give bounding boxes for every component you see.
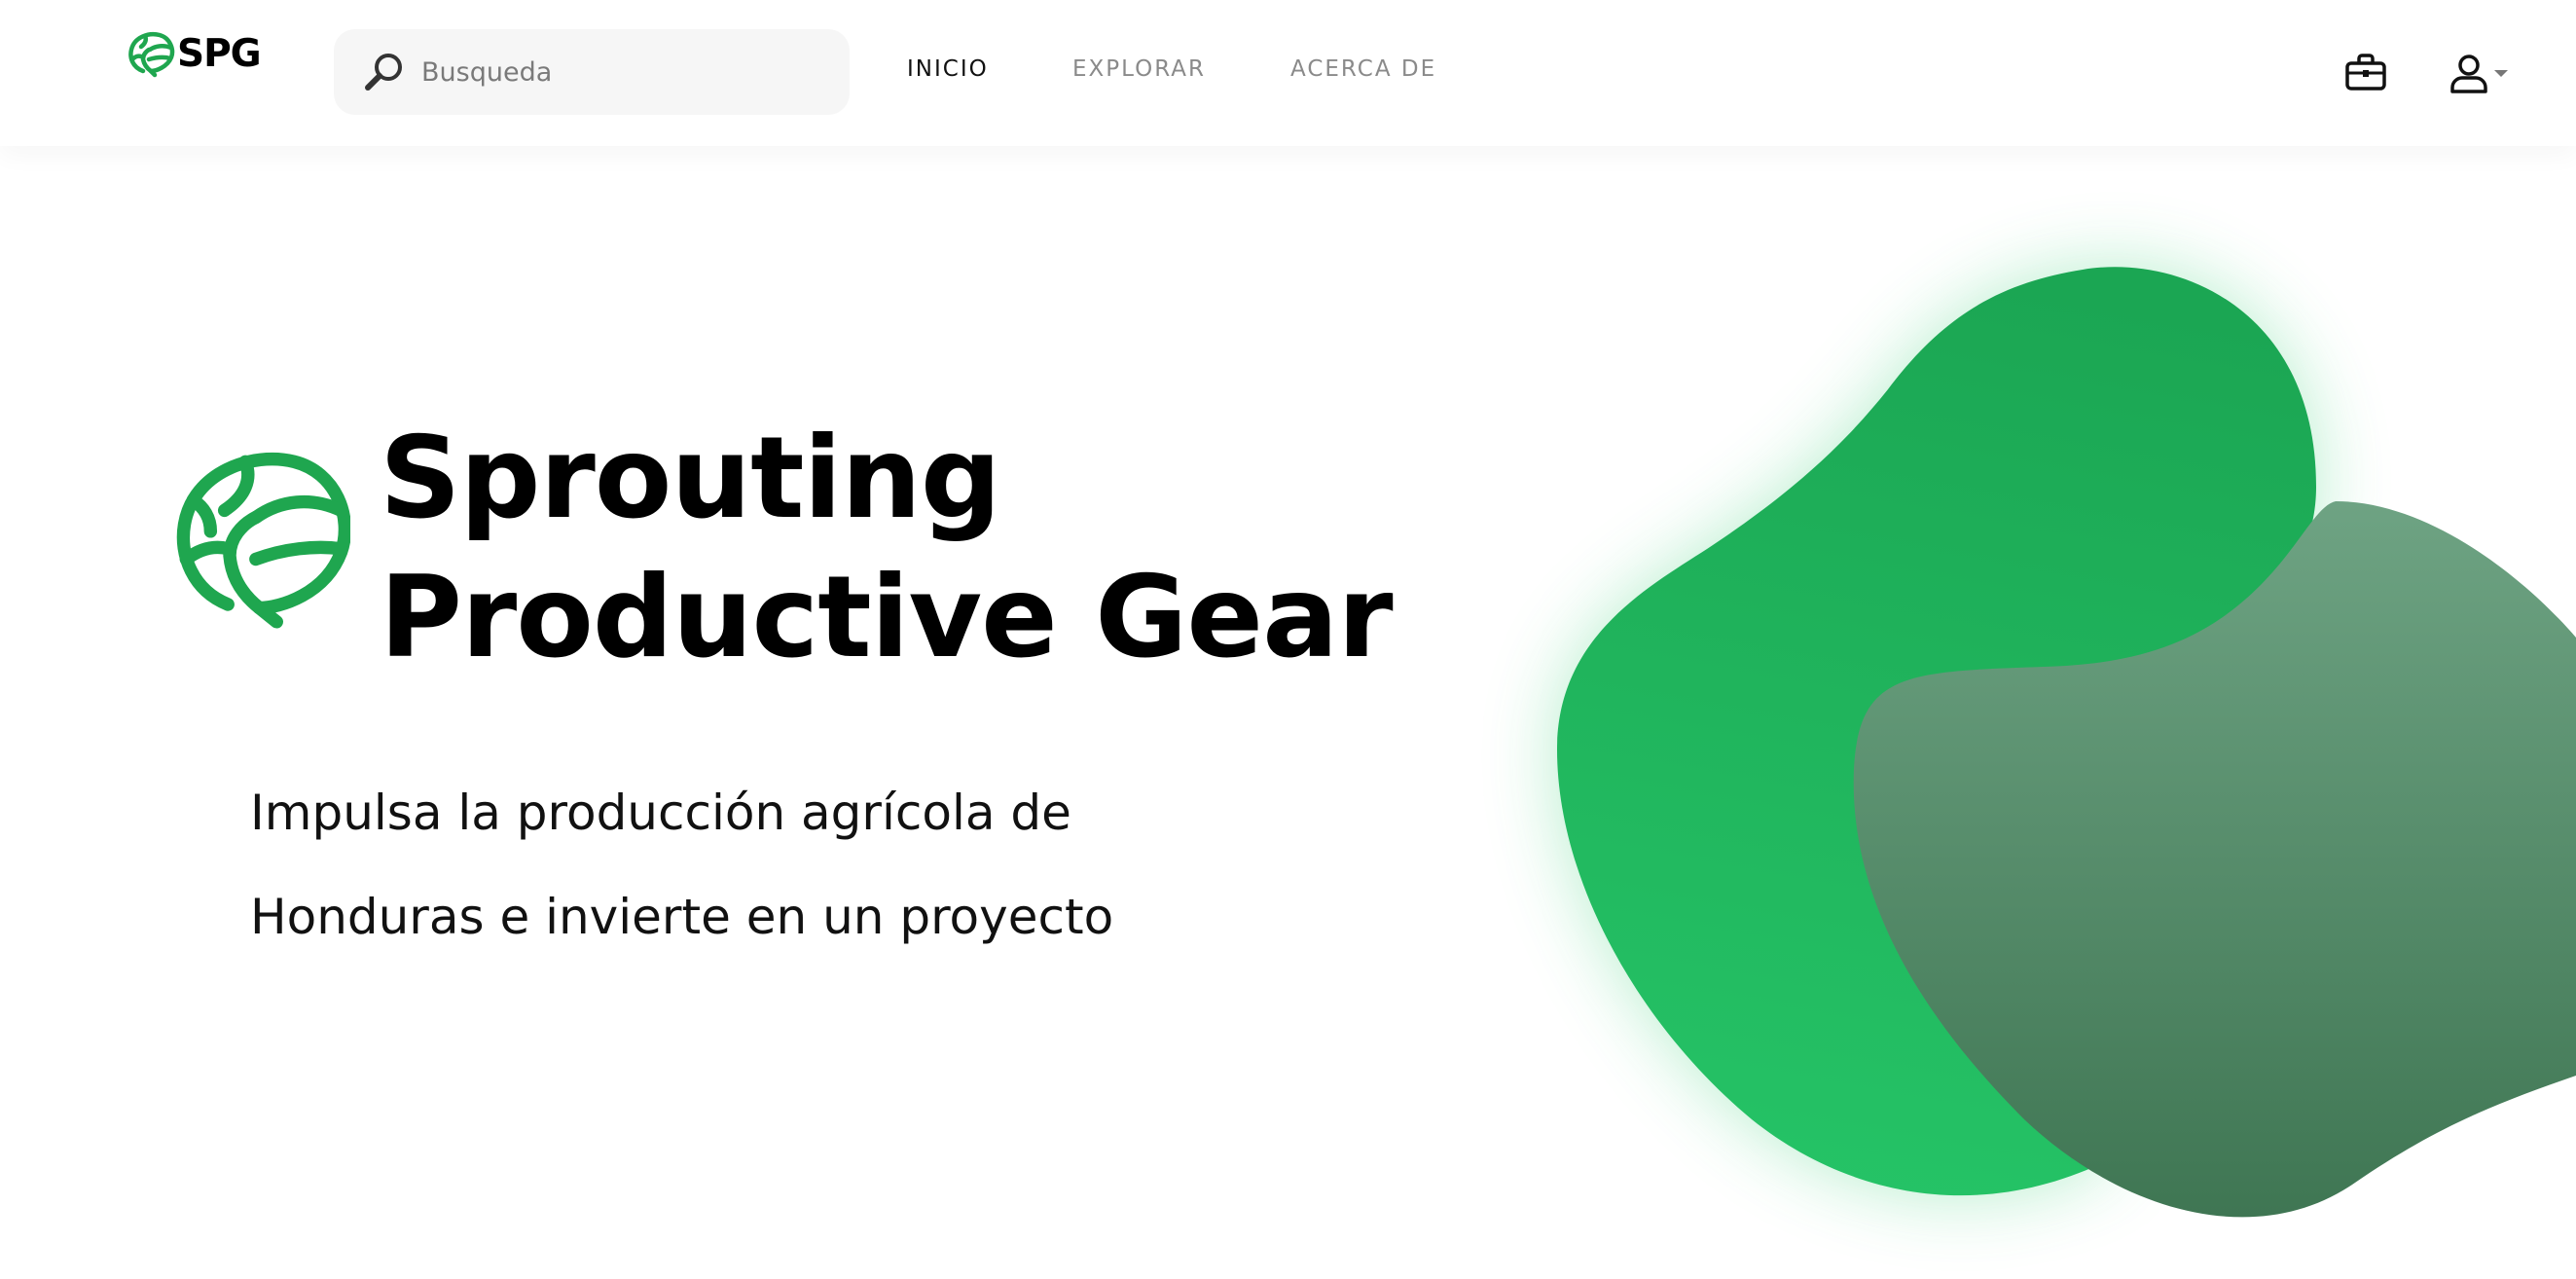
user-menu-button[interactable] bbox=[2449, 51, 2513, 95]
briefcase-button[interactable] bbox=[2343, 51, 2388, 95]
hero-subtitle-line-2: Honduras e invierte en un proyecto bbox=[250, 889, 1114, 945]
hero-subtitle-line-1: Impulsa la producción agrícola de bbox=[250, 785, 1071, 841]
search-icon bbox=[365, 54, 402, 91]
hero-title-line-2: Productive Gear bbox=[380, 552, 1394, 683]
navbar: SPG INICIO EXPLORAR ACERCA DE bbox=[0, 0, 2576, 146]
search-input[interactable] bbox=[419, 55, 832, 89]
chevron-down-icon bbox=[2494, 70, 2508, 77]
leaf-logo-icon bbox=[128, 32, 175, 78]
user-icon bbox=[2450, 55, 2487, 93]
nav-link-inicio[interactable]: INICIO bbox=[907, 56, 989, 82]
hero-title: Sprouting Productive Gear bbox=[380, 409, 1394, 687]
brand-name: SPG bbox=[177, 31, 262, 76]
nav-link-acerca-de[interactable]: ACERCA DE bbox=[1290, 56, 1436, 82]
hero-subtitle: Impulsa la producción agrícola de Hondur… bbox=[250, 761, 1113, 969]
nav-link-explorar[interactable]: EXPLORAR bbox=[1072, 56, 1206, 82]
page: SPG INICIO EXPLORAR ACERCA DE bbox=[0, 0, 2576, 1279]
brand-logo-link[interactable]: SPG bbox=[127, 27, 262, 80]
briefcase-icon bbox=[2345, 54, 2386, 91]
hero-title-line-1: Sprouting bbox=[380, 413, 1001, 544]
hero-decorative-blobs bbox=[1557, 267, 2576, 1218]
hero-leaf-logo-icon bbox=[176, 452, 350, 629]
search-bar[interactable] bbox=[334, 29, 850, 115]
